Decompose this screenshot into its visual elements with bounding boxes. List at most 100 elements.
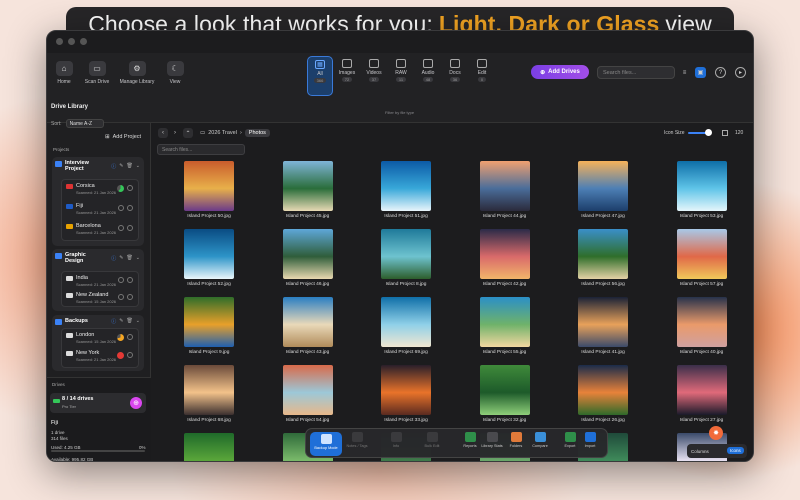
- photo-thumbnail[interactable]: [282, 297, 333, 347]
- add-drive-fab[interactable]: ⊕: [130, 397, 142, 409]
- folder-icon: [55, 319, 62, 325]
- file-tile[interactable]: Island Project 44.jpg: [456, 161, 554, 231]
- photo-thumbnail[interactable]: [578, 297, 628, 347]
- photo-thumbnail[interactable]: [676, 229, 727, 279]
- file-tile[interactable]: Island Project 50.jpg: [160, 161, 258, 231]
- file-tile[interactable]: Island Project 52.jpg: [160, 229, 258, 299]
- drive-item[interactable]: Fiji Scanned: 21 Jan 2026: [66, 203, 116, 215]
- drive-item[interactable]: Corsica Scanned: 21 Jan 2026: [66, 183, 116, 195]
- photo-thumbnail[interactable]: [381, 161, 431, 211]
- view-button[interactable]: ☾ View: [158, 61, 192, 85]
- project-actions[interactable]: ⓘ ✎ 🗑 ⌄: [111, 163, 140, 170]
- up-button[interactable]: ⌃: [183, 128, 193, 138]
- photo-thumbnail[interactable]: [381, 297, 431, 347]
- file-name: Island Project 69.jpg: [384, 350, 428, 355]
- sidebar-title: Drive Library: [51, 104, 89, 110]
- help-icon[interactable]: ?: [715, 67, 726, 78]
- file-tile[interactable]: Island Project 42.jpg: [456, 229, 554, 299]
- file-tile[interactable]: Island Project 40.jpg: [653, 297, 751, 367]
- file-tile[interactable]: Island Project 27.jpg: [653, 365, 751, 435]
- icons-toggle[interactable]: Icons: [727, 447, 744, 454]
- photo-thumbnail[interactable]: [282, 229, 333, 279]
- photo-thumbnail[interactable]: [184, 365, 234, 415]
- photo-thumbnail[interactable]: [676, 161, 727, 211]
- file-tile[interactable]: Island Project 32.jpg: [456, 365, 554, 435]
- panel-icon[interactable]: ▣: [695, 67, 706, 78]
- project-actions[interactable]: ⓘ ✎ 🗑 ⌄: [111, 255, 140, 262]
- photo-thumbnail[interactable]: [479, 229, 530, 279]
- drive-item[interactable]: Barcelona Scanned: 21 Jan 2026: [66, 223, 116, 235]
- notes-tags-button[interactable]: Notes / Tags: [343, 432, 371, 448]
- file-tile[interactable]: Island Project 8.jpg: [357, 229, 455, 299]
- forward-button[interactable]: ›: [170, 128, 180, 138]
- photo-thumbnail[interactable]: [282, 161, 333, 211]
- filter-all[interactable]: ▦ All 366: [307, 56, 333, 96]
- photo-thumbnail[interactable]: [184, 229, 234, 279]
- drive-item[interactable]: New Zealand Scanned: 15 Jan 2026: [66, 292, 116, 304]
- filter-videos[interactable]: Videos 37: [361, 56, 387, 96]
- filter-edit[interactable]: Edit 0: [469, 56, 495, 96]
- file-tile[interactable]: Island Project 33.jpg: [357, 365, 455, 435]
- file-name: Island Project 52.jpg: [187, 282, 231, 287]
- info-button[interactable]: Info: [382, 432, 410, 448]
- file-tile[interactable]: Island Project 69.jpg: [357, 297, 455, 367]
- drive-item[interactable]: India Scanned: 21 Jan 2026: [66, 275, 116, 287]
- photo-thumbnail[interactable]: [381, 229, 431, 279]
- filter-docs[interactable]: Docs 36: [442, 56, 468, 96]
- file-tile[interactable]: Island Project 51.jpg: [357, 161, 455, 231]
- photo-thumbnail[interactable]: [676, 297, 727, 347]
- grid-icon[interactable]: [722, 130, 728, 136]
- add-drives-button[interactable]: ⊕ Add Drives: [531, 65, 589, 79]
- back-button[interactable]: ‹: [158, 128, 168, 138]
- file-tile[interactable]: Island Project 9.jpg: [160, 297, 258, 367]
- photo-thumbnail[interactable]: [184, 161, 234, 211]
- file-tile[interactable]: Island Project 68.jpg: [160, 365, 258, 435]
- file-tile[interactable]: Island Project 41.jpg: [554, 297, 652, 367]
- project-actions[interactable]: ⓘ ✎ 🗑 ⌄: [111, 318, 140, 325]
- photo-thumbnail[interactable]: [282, 365, 333, 415]
- file-type-filter: ▦ All 366 Images 72 Videos 37 RAW 11 Audio 48 …: [307, 56, 495, 104]
- file-tile[interactable]: Island Project 53.jpg: [653, 161, 751, 231]
- file-tile[interactable]: Island Project 26.jpg: [554, 365, 652, 435]
- filter-raw[interactable]: RAW 11: [388, 56, 414, 96]
- photo-thumbnail[interactable]: [479, 161, 530, 211]
- file-tile[interactable]: Island Project 47.jpg: [554, 161, 652, 231]
- photo-thumbnail[interactable]: [578, 229, 628, 279]
- bulk-edit-button[interactable]: Bulk Edit: [418, 432, 446, 448]
- file-tile[interactable]: Island Project 56.jpg: [554, 229, 652, 299]
- file-tile[interactable]: Island Project 55.jpg: [456, 297, 554, 367]
- icon-size-slider[interactable]: [687, 129, 712, 136]
- backup-mode-button[interactable]: Backup Mode: [310, 432, 342, 456]
- photo-thumbnail[interactable]: [184, 433, 234, 461]
- file-tile[interactable]: Island Project 45.jpg: [259, 161, 357, 231]
- project-group[interactable]: Backups ⓘ ✎ 🗑 ⌄ London Scanned: 15 Jan 2026 …: [52, 315, 144, 371]
- fire-icon[interactable]: ✸: [709, 426, 723, 440]
- drive-item[interactable]: New York Scanned: 21 Jan 2026: [66, 350, 116, 362]
- photo-thumbnail[interactable]: [479, 297, 530, 347]
- global-search-input[interactable]: Search files...: [597, 66, 675, 79]
- file-search-input[interactable]: Search files...: [157, 144, 245, 155]
- photo-thumbnail[interactable]: [578, 161, 628, 211]
- project-group[interactable]: Graphic Design ⓘ ✎ 🗑 ⌄ India Scanned: 21 Jan…: [52, 249, 144, 311]
- photo-thumbnail[interactable]: [578, 365, 628, 415]
- add-project-button[interactable]: ⊞ Add Project: [105, 134, 141, 140]
- sliders-icon[interactable]: ≡: [679, 67, 690, 78]
- photo-thumbnail[interactable]: [676, 365, 727, 415]
- columns-toggle[interactable]: Columns: [691, 449, 709, 454]
- photo-thumbnail[interactable]: [381, 365, 431, 415]
- filter-images[interactable]: Images 72: [334, 56, 360, 96]
- file-tile[interactable]: Island Project 46.jpg: [259, 229, 357, 299]
- file-tile[interactable]: Island Project 54.jpg: [259, 365, 357, 435]
- drive-item[interactable]: London Scanned: 15 Jan 2026: [66, 332, 116, 344]
- project-group[interactable]: Interview Project ⓘ ✎ 🗑 ⌄ Corsica Scanned: 2…: [52, 157, 144, 246]
- file-tile[interactable]: Island Project 57.jpg: [653, 229, 751, 299]
- photo-thumbnail[interactable]: [479, 365, 530, 415]
- filter-audio[interactable]: Audio 48: [415, 56, 441, 96]
- compare-button[interactable]: Compare: [526, 432, 554, 448]
- import-button[interactable]: Import: [576, 432, 604, 448]
- photo-thumbnail[interactable]: [184, 297, 234, 347]
- file-tile[interactable]: [160, 433, 258, 461]
- sort-select[interactable]: Name A-Z: [65, 119, 104, 128]
- play-icon[interactable]: ▸: [735, 67, 746, 78]
- file-tile[interactable]: Island Project 43.jpg: [259, 297, 357, 367]
